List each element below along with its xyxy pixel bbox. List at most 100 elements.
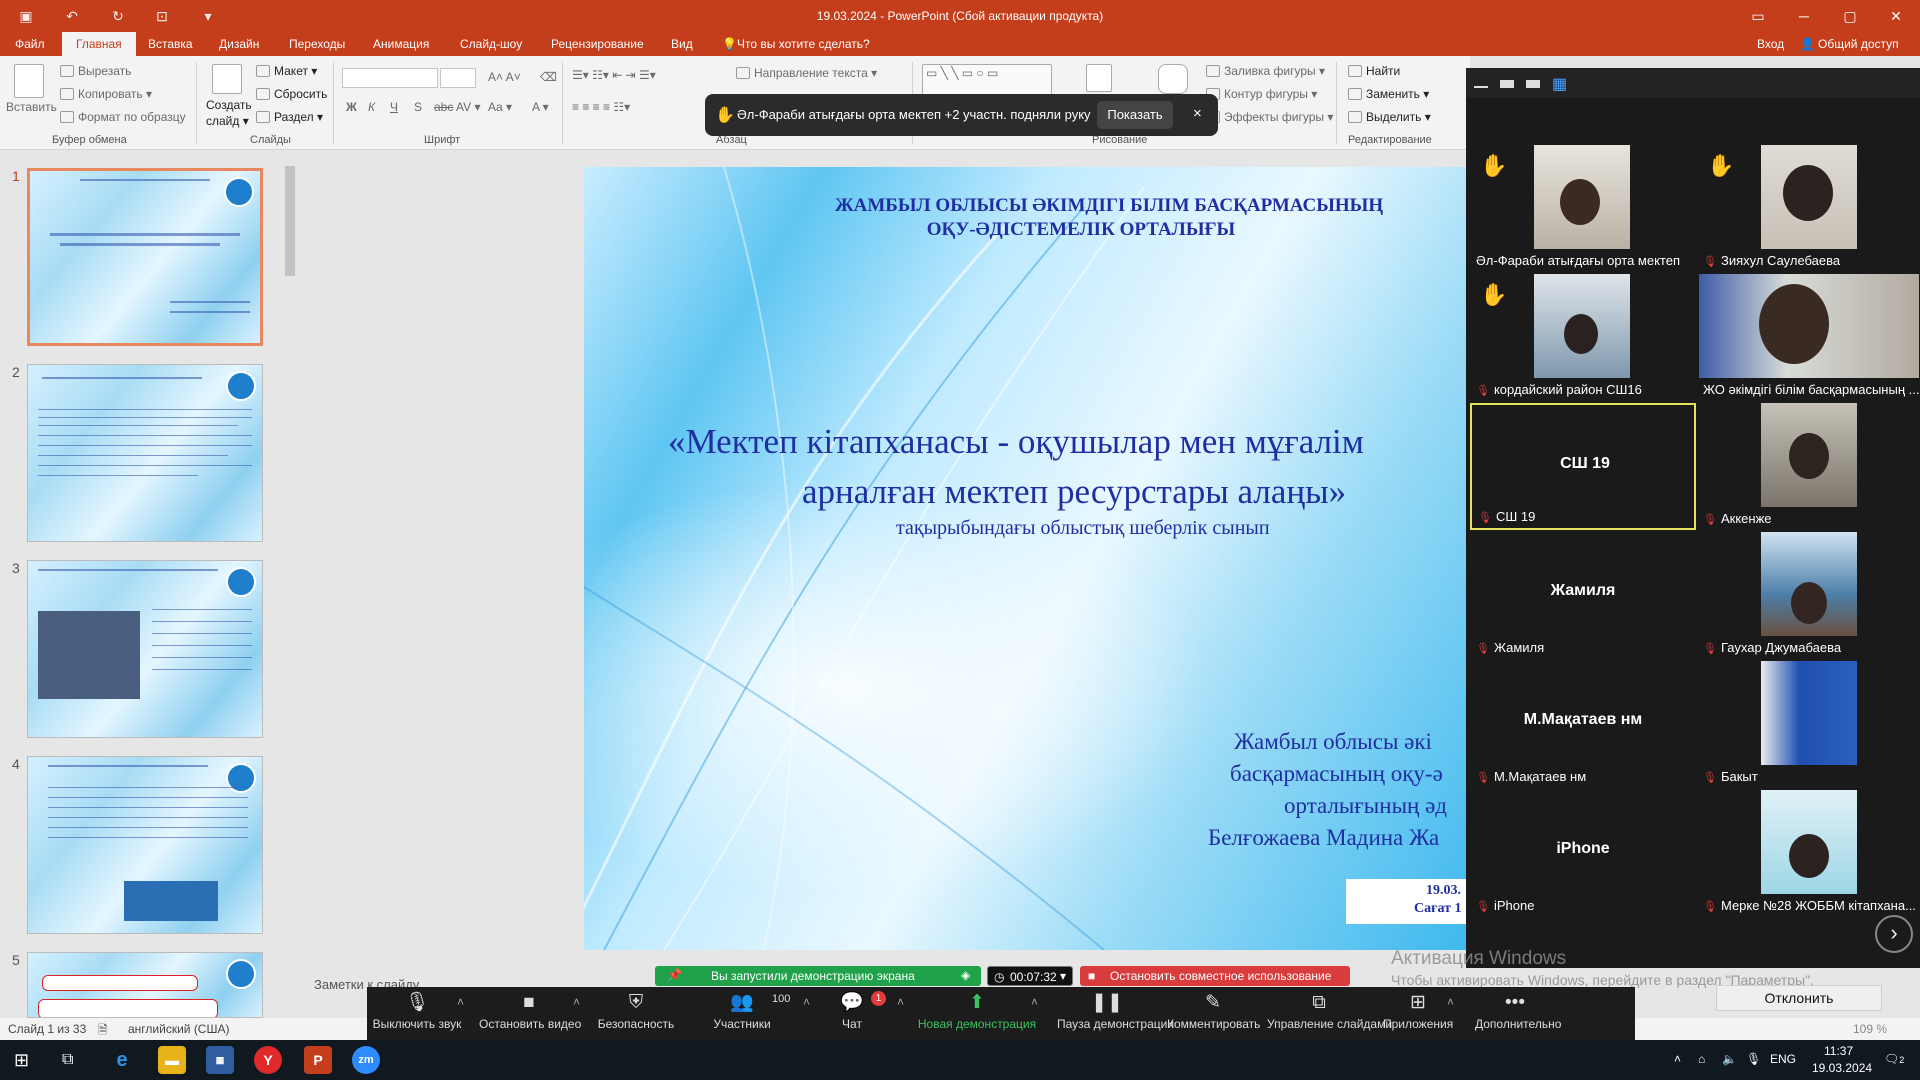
italic-icon[interactable]: К xyxy=(368,100,375,114)
cut-button[interactable]: Вырезать xyxy=(60,64,131,78)
close-icon[interactable]: × xyxy=(1193,105,1202,122)
font-color-icon[interactable]: A ▾ xyxy=(532,100,549,114)
zoom-level[interactable]: 109 % xyxy=(1853,1022,1887,1036)
reset-button[interactable]: Сбросить xyxy=(256,87,327,101)
close-window-button[interactable]: ✕ xyxy=(1873,0,1919,32)
slide-canvas[interactable]: ЖАМБЫЛ ОБЛЫСЫ ӘКІМДІГІ БІЛІМ БАСҚАРМАСЫН… xyxy=(584,167,1470,950)
app-icon[interactable]: ▦ xyxy=(206,1046,234,1074)
tab-slideshow[interactable]: Слайд-шоу xyxy=(460,37,522,51)
participant-tile[interactable]: ✋ 🎙 кордайский район СШ16 xyxy=(1470,274,1696,401)
participant-tile[interactable]: Жамиля 🎙 Жамиля xyxy=(1470,532,1696,659)
section-button[interactable]: Раздел ▾ xyxy=(256,110,323,124)
text-direction-button[interactable]: Направление текста ▾ xyxy=(736,66,877,80)
paste-icon[interactable] xyxy=(14,64,44,98)
new-slide-button[interactable]: Создать xyxy=(206,98,252,112)
speaker-view-icon[interactable] xyxy=(1500,80,1514,88)
stop-video-button[interactable]: ■ Остановить видео xyxy=(479,987,581,1040)
sign-in-link[interactable]: Вход xyxy=(1757,37,1784,51)
stop-share-button[interactable]: ■ Остановить совместное использование xyxy=(1080,966,1350,986)
shadow-icon[interactable]: S xyxy=(414,100,422,114)
bold-icon[interactable]: Ж xyxy=(346,100,357,114)
layout-button[interactable]: Макет ▾ xyxy=(256,64,317,78)
powerpoint-icon[interactable]: P xyxy=(304,1046,332,1074)
format-painter-button[interactable]: Формат по образцу xyxy=(60,110,186,124)
participant-tile[interactable]: М.Мақатаев нм 🎙 М.Мақатаев нм xyxy=(1470,661,1696,788)
thumbnail-scrollbar[interactable] xyxy=(283,150,297,1018)
share-timer[interactable]: ◷ 00:07:32 ▾ xyxy=(987,966,1073,986)
participant-tile-active[interactable]: СШ 19 🎙 СШ 19 xyxy=(1470,403,1696,530)
chevron-up-icon[interactable]: ˄ xyxy=(1031,995,1038,1009)
slide-thumbnail-2[interactable] xyxy=(27,364,263,542)
shape-fill-button[interactable]: Заливка фигуры ▾ xyxy=(1206,64,1325,78)
participant-tile[interactable]: 🎙 Гаухар Джумабаева xyxy=(1697,532,1920,659)
slide-thumbnail-1[interactable] xyxy=(27,168,263,346)
participant-tile[interactable]: iPhone 🎙 iPhone xyxy=(1470,790,1696,917)
participant-tile[interactable]: 🎙 Бакыт xyxy=(1697,661,1920,788)
paste-button[interactable]: Вставить xyxy=(6,100,57,114)
ribbon-display-options-icon[interactable]: ▭ xyxy=(1735,0,1781,32)
chevron-up-icon[interactable]: ˄ xyxy=(457,995,464,1009)
tab-home[interactable]: Главная xyxy=(62,32,136,56)
minimize-icon[interactable] xyxy=(1474,86,1488,88)
font-size-combo[interactable] xyxy=(440,68,476,88)
spellcheck-icon[interactable]: 🗎 xyxy=(98,1021,108,1042)
strip-view-icon[interactable] xyxy=(1526,80,1540,88)
select-button[interactable]: Выделить ▾ xyxy=(1348,110,1431,124)
microphone-tray-icon[interactable]: 🎙 xyxy=(1746,1052,1761,1066)
participant-tile[interactable]: 🎙 Аккенже xyxy=(1697,403,1920,530)
language-status[interactable]: английский (США) xyxy=(128,1022,229,1036)
maximize-button[interactable]: ▢ xyxy=(1827,0,1873,32)
shape-outline-button[interactable]: Контур фигуры ▾ xyxy=(1206,87,1317,101)
grid-view-icon[interactable]: ▦ xyxy=(1552,74,1567,94)
new-share-button[interactable]: ⬆ Новая демонстрация xyxy=(917,987,1037,1040)
slide-thumbnail-5[interactable] xyxy=(27,952,263,1018)
clear-formatting-icon[interactable]: ⌫ xyxy=(540,70,557,84)
arrange-icon[interactable] xyxy=(1086,64,1112,92)
file-explorer-icon[interactable]: ▬ xyxy=(158,1046,186,1074)
participant-tile[interactable]: 🎙 Мерке №28 ЖОББМ кітапхана... xyxy=(1697,790,1920,917)
bullets-icon[interactable]: ☰▾ ☷▾ ⇤ ⇥ ☰▾ xyxy=(572,68,656,82)
more-button[interactable]: ••• Дополнительно xyxy=(1475,987,1561,1040)
copy-button[interactable]: Копировать ▾ xyxy=(60,87,152,101)
share-button[interactable]: Общий доступ xyxy=(1818,37,1899,51)
next-page-button[interactable]: › xyxy=(1875,915,1913,953)
share-status-bar[interactable]: 📌 Вы запустили демонстрацию экрана ◈ xyxy=(655,966,981,986)
underline-icon[interactable]: Ч xyxy=(390,100,398,114)
chevron-up-icon[interactable]: ˄ xyxy=(897,995,904,1009)
show-button[interactable]: Показать xyxy=(1097,101,1173,129)
decline-button[interactable]: Отклонить xyxy=(1716,985,1882,1011)
tab-insert[interactable]: Вставка xyxy=(148,37,193,51)
annotate-button[interactable]: ✎ Комментировать xyxy=(1167,987,1260,1040)
tab-view[interactable]: Вид xyxy=(671,37,693,51)
tab-animation[interactable]: Анимация xyxy=(373,37,429,51)
slide-thumbnail-3[interactable] xyxy=(27,560,263,738)
notifications-icon[interactable]: 🗨2 xyxy=(1884,1052,1904,1066)
tray-chevron-icon[interactable]: ˄ xyxy=(1674,1052,1681,1066)
security-button[interactable]: ⛨ Безопасность xyxy=(593,987,679,1040)
edge-icon[interactable]: e xyxy=(108,1046,136,1074)
tell-me-search[interactable]: Что вы хотите сделать? xyxy=(737,37,870,51)
quick-styles-icon[interactable] xyxy=(1158,64,1188,94)
char-spacing-icon[interactable]: AV ▾ xyxy=(456,100,480,114)
chevron-up-icon[interactable]: ˄ xyxy=(803,995,810,1009)
find-button[interactable]: Найти xyxy=(1348,64,1400,78)
participant-tile[interactable]: ✋ 🎙 Зияхул Саулебаева xyxy=(1697,145,1920,272)
align-icon[interactable]: ≡ ≡ ≡ ≡ ☷▾ xyxy=(572,100,630,114)
windows-start-icon[interactable]: ⊞ xyxy=(14,1050,29,1071)
slide-control-button[interactable]: ⧉ Управление слайдами xyxy=(1267,987,1392,1040)
pause-share-button[interactable]: ❚❚ Пауза демонстрации xyxy=(1057,987,1174,1040)
font-name-combo[interactable] xyxy=(342,68,438,88)
chevron-up-icon[interactable]: ˄ xyxy=(1447,995,1454,1009)
network-icon[interactable]: ⌂ xyxy=(1698,1052,1705,1066)
zoom-app-icon[interactable]: zm xyxy=(352,1046,380,1074)
mute-button[interactable]: 🎙 Выключить звук xyxy=(371,987,463,1040)
slide-thumbnail-4[interactable] xyxy=(27,756,263,934)
tab-transitions[interactable]: Переходы xyxy=(289,37,345,51)
tab-review[interactable]: Рецензирование xyxy=(551,37,644,51)
participant-tile[interactable]: ЖО әкімдігі білім басқармасының ... xyxy=(1697,274,1920,401)
clock-date[interactable]: 19.03.2024 xyxy=(1812,1061,1872,1075)
input-language[interactable]: ENG xyxy=(1770,1052,1796,1066)
chevron-up-icon[interactable]: ˄ xyxy=(573,995,580,1009)
tab-design[interactable]: Дизайн xyxy=(219,37,259,51)
clock-time[interactable]: 11:37 xyxy=(1824,1044,1853,1058)
